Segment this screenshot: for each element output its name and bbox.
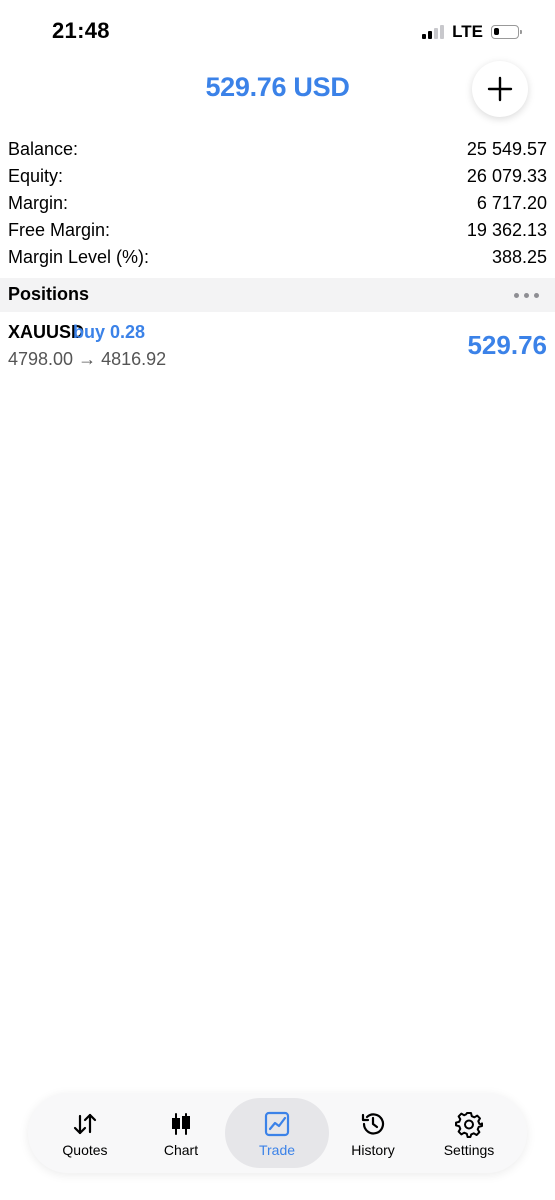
summary-row-free-margin: Free Margin: 19 362.13 <box>8 217 547 244</box>
add-button[interactable] <box>472 61 528 117</box>
plus-icon <box>487 76 513 102</box>
summary-value: 19 362.13 <box>466 220 547 240</box>
candlestick-chart-icon <box>167 1110 195 1138</box>
positions-header: Positions <box>0 278 555 312</box>
tab-label: Chart <box>163 1142 199 1158</box>
summary-label: Margin Level (%): <box>8 247 150 267</box>
summary-label: Equity: <box>8 166 64 186</box>
position-item[interactable]: XAUUSD buy 0.28 4798.00 → 4816.92 529.76 <box>0 314 555 378</box>
more-dots-icon[interactable] <box>514 293 539 298</box>
account-summary: Balance: 25 549.57 Equity: 26 079.33 Mar… <box>8 136 547 271</box>
tab-settings[interactable]: Settings <box>417 1098 521 1168</box>
tab-label: Quotes <box>62 1142 108 1158</box>
summary-label: Margin: <box>8 193 69 213</box>
position-prices: 4798.00 → 4816.92 <box>8 349 167 369</box>
status-time: 21:48 <box>52 18 110 43</box>
bottom-tab-bar: Quotes Chart Trade History Settings <box>28 1093 527 1173</box>
summary-value: 25 549.57 <box>466 139 547 159</box>
history-clock-icon <box>359 1110 387 1138</box>
battery-icon <box>491 25 522 39</box>
summary-row-margin-level: Margin Level (%): 388.25 <box>8 244 547 271</box>
status-bar: 21:48 LTE <box>0 0 555 64</box>
status-indicators: LTE <box>422 22 522 42</box>
tab-label: Trade <box>258 1142 296 1158</box>
summary-value: 388.25 <box>491 247 547 267</box>
tab-label: History <box>351 1142 395 1158</box>
position-profit: 529.76 <box>467 330 547 360</box>
position-side: buy 0.28 <box>73 322 146 342</box>
tab-quotes[interactable]: Quotes <box>33 1098 137 1168</box>
trade-chart-icon <box>263 1110 291 1138</box>
summary-row-balance: Balance: 25 549.57 <box>8 136 547 163</box>
tab-chart[interactable]: Chart <box>129 1098 233 1168</box>
summary-value: 6 717.20 <box>476 193 547 213</box>
summary-row-equity: Equity: 26 079.33 <box>8 163 547 190</box>
quotes-arrows-icon <box>71 1110 99 1138</box>
summary-label: Free Margin: <box>8 220 111 240</box>
tab-history[interactable]: History <box>321 1098 425 1168</box>
positions-title: Positions <box>8 284 90 304</box>
network-label: LTE <box>452 22 483 41</box>
gear-icon <box>455 1110 483 1138</box>
summary-label: Balance: <box>8 139 79 159</box>
summary-row-margin: Margin: 6 717.20 <box>8 190 547 217</box>
signal-icon <box>422 25 445 39</box>
tab-label: Settings <box>443 1142 495 1158</box>
summary-value: 26 079.33 <box>466 166 547 186</box>
tab-trade[interactable]: Trade <box>225 1098 329 1168</box>
